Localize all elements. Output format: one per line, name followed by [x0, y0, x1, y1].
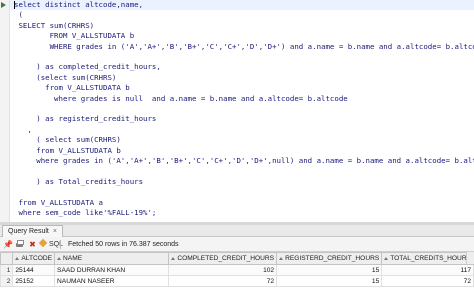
grid-scroll-corner [466, 252, 474, 264]
print-icon[interactable] [15, 240, 24, 249]
sql-editor[interactable]: select distinct altcode,name, ( SELECT s… [0, 0, 474, 222]
code-line[interactable]: FROM V_ALLSTUDATA b [14, 31, 135, 41]
row-number: 2 [0, 275, 14, 287]
column-header-name[interactable]: NAME [54, 252, 170, 265]
code-line[interactable]: where grades in ('A','A+','B','B+','C','… [14, 156, 474, 166]
results-grid[interactable]: ALTCODE NAME COMPLETED_CREDIT_HOURS REGI… [0, 252, 474, 288]
editor-gutter [0, 0, 10, 222]
cell-altcode[interactable]: 25144 [12, 264, 56, 276]
column-header-total-credits-hours[interactable]: TOTAL_CREDITS_HOURS [381, 252, 474, 265]
cell-registerd-credit-hours[interactable]: 15 [276, 275, 383, 287]
code-line[interactable]: WHERE grades in ('A','A+','B','B+','C','… [14, 42, 474, 52]
toolbar-divider [60, 240, 61, 249]
code-line[interactable]: where sem_code like'%FALL-19%'; [14, 208, 156, 218]
code-line[interactable]: ) as completed_credit_hours, [14, 62, 161, 72]
code-line[interactable]: from V_ALLSTUDATA a [14, 198, 103, 208]
cell-registerd-credit-hours[interactable]: 15 [276, 264, 383, 276]
column-header-registerd-credit-hours[interactable]: REGISTERD_CREDIT_HOURS [276, 252, 383, 265]
results-toolbar: 📌 ✖ SQL Fetched 50 rows in 76.387 second… [0, 237, 474, 252]
row-number: 1 [0, 264, 14, 276]
code-line[interactable]: (select sum(CRHRS) [14, 73, 116, 83]
tab-query-result-label: Query Result [8, 228, 49, 235]
code-line[interactable]: ( [14, 10, 22, 20]
cell-total-credits-hours[interactable]: 117 [381, 264, 474, 276]
tab-query-result[interactable]: Query Result × [2, 225, 63, 237]
cell-completed-credit-hours[interactable]: 102 [168, 264, 278, 276]
row-number-header [0, 252, 14, 265]
fetch-status: Fetched 50 rows in 76.387 seconds [68, 241, 179, 248]
pin-icon[interactable]: 📌 [3, 240, 13, 249]
code-line[interactable]: from V_ALLSTUDATA b [14, 83, 130, 93]
column-header-altcode[interactable]: ALTCODE [12, 252, 56, 265]
code-line[interactable]: select distinct altcode,name, [14, 0, 143, 10]
code-line[interactable]: ) as Total_credits_hours [14, 177, 143, 187]
cell-completed-credit-hours[interactable]: 72 [168, 275, 278, 287]
grid-header-row: ALTCODE NAME COMPLETED_CREDIT_HOURS REGI… [0, 252, 474, 265]
table-row[interactable]: 2 25152 NAUMAN NASEER 72 15 72 [0, 275, 474, 287]
code-line[interactable]: , [14, 125, 31, 135]
cell-name[interactable]: SAAD DURRAN KHAN [54, 264, 170, 276]
cell-total-credits-hours[interactable]: 72 [381, 275, 474, 287]
execution-arrow-icon [1, 2, 6, 8]
code-line[interactable]: SELECT sum(CRHRS) [14, 21, 94, 31]
code-line[interactable]: from V_ALLSTUDATA b [14, 146, 121, 156]
cell-altcode[interactable]: 25152 [12, 275, 56, 287]
code-line[interactable]: ( select sum(CRHRS) [14, 135, 121, 145]
cell-name[interactable]: NAUMAN NASEER [54, 275, 170, 287]
delete-icon[interactable]: ✖ [28, 240, 37, 249]
table-row[interactable]: 1 25144 SAAD DURRAN KHAN 102 15 117 [0, 264, 474, 276]
code-line[interactable]: ) as registerd_credit_hours [14, 114, 156, 124]
results-tabbar: Query Result × [0, 225, 474, 237]
code-line[interactable]: where grades is null and a.name = b.name… [14, 94, 348, 104]
column-header-completed-credit-hours[interactable]: COMPLETED_CREDIT_HOURS [168, 252, 278, 265]
pencil-icon [38, 238, 48, 248]
close-icon[interactable]: × [53, 228, 57, 235]
